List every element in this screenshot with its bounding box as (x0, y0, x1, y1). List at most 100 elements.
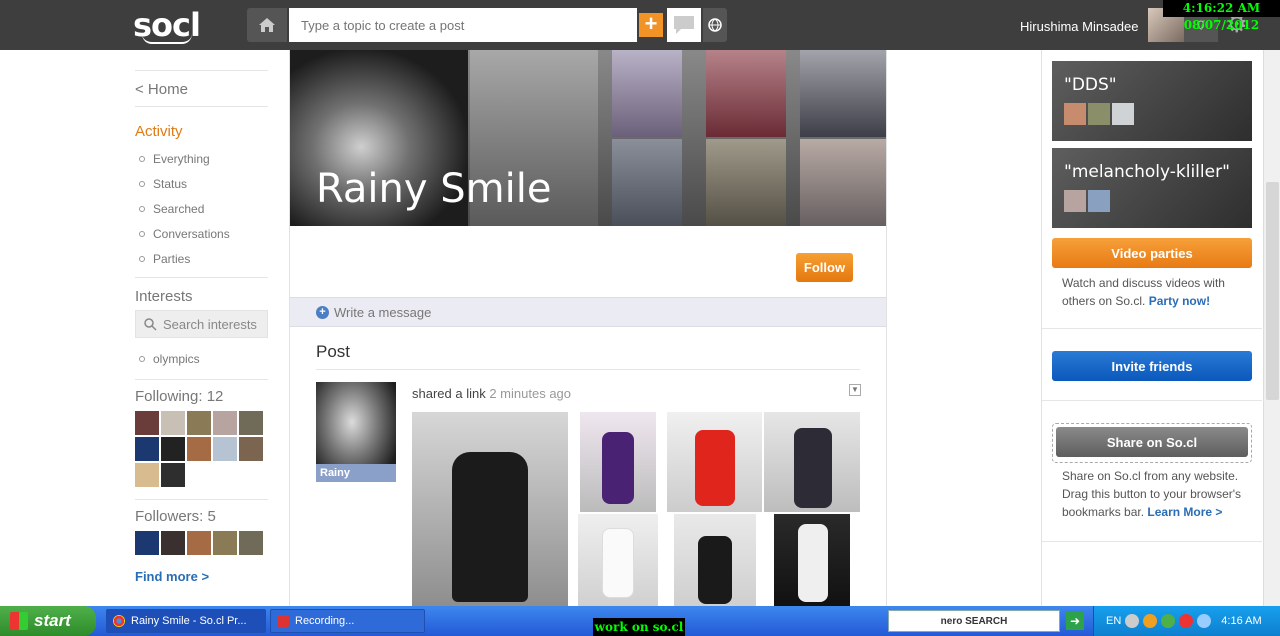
create-post-input[interactable] (289, 8, 637, 42)
following-avatar[interactable] (213, 411, 237, 435)
security-icon[interactable] (1179, 614, 1194, 628)
chevron-down-icon[interactable]: ▼ (849, 384, 861, 396)
invite-friends-button[interactable]: Invite friends (1052, 351, 1252, 381)
language-indicator[interactable]: EN (1106, 615, 1121, 627)
party-card-dds[interactable]: "DDS" (1052, 61, 1252, 141)
post-photo[interactable] (578, 514, 658, 606)
activity-heading[interactable]: Activity (135, 107, 268, 140)
interests-search-placeholder: Search interests (163, 316, 257, 332)
party-member-avatar[interactable] (1112, 103, 1134, 125)
scrollbar-thumb[interactable] (1266, 182, 1279, 400)
following-avatar[interactable] (135, 463, 159, 487)
globe-button[interactable] (703, 8, 727, 42)
following-avatar[interactable] (135, 411, 159, 435)
comment-button[interactable] (667, 8, 701, 42)
home-button[interactable] (247, 8, 287, 42)
add-post-button[interactable]: + (639, 13, 663, 37)
share-on-socl-button[interactable]: Share on So.cl (1056, 427, 1248, 457)
nav-item-everything[interactable]: Everything (135, 146, 268, 171)
bullet-icon (139, 205, 145, 212)
find-more-link[interactable]: Find more > (135, 569, 268, 584)
follower-avatar[interactable] (187, 531, 211, 555)
followers-label[interactable]: Followers: 5 (135, 500, 268, 525)
write-message-bar[interactable]: + Write a message (290, 297, 886, 327)
recorder-icon (277, 615, 289, 627)
following-avatar[interactable] (161, 463, 185, 487)
dress-shape (695, 430, 735, 506)
party-member-avatar[interactable] (1088, 190, 1110, 212)
cover-photo (800, 50, 886, 137)
party-card-melancholy[interactable]: "melancholy-kliller" (1052, 148, 1252, 228)
party-now-link[interactable]: Party now! (1149, 294, 1210, 308)
nero-search-box[interactable]: nero SEARCH (888, 610, 1060, 632)
arrow-right-icon[interactable]: ➜ (1066, 612, 1084, 630)
start-button[interactable]: start (0, 606, 96, 636)
following-avatar[interactable] (239, 437, 263, 461)
interests-search-input[interactable]: Search interests (135, 310, 268, 338)
work-on-socl-overlay: work on so.cl (593, 618, 685, 636)
post-photo-main[interactable] (412, 412, 568, 606)
dress-shape (794, 428, 832, 508)
logo-arc (142, 34, 192, 44)
following-avatar[interactable] (161, 437, 185, 461)
following-label[interactable]: Following: 12 (135, 380, 268, 405)
speech-bubble-icon (674, 16, 694, 34)
dress-shape (452, 452, 528, 602)
follower-avatar[interactable] (239, 531, 263, 555)
taskbar-item-recording[interactable]: Recording... (270, 609, 425, 633)
network-icon[interactable] (1125, 614, 1140, 628)
following-avatar[interactable] (187, 437, 211, 461)
post-photo[interactable] (580, 412, 656, 512)
post-photo[interactable] (667, 412, 762, 512)
party-member-avatar[interactable] (1064, 190, 1086, 212)
following-avatar[interactable] (135, 437, 159, 461)
following-avatar[interactable] (161, 411, 185, 435)
chrome-icon (113, 615, 125, 627)
cover-photo (800, 139, 886, 226)
taskbar-item-browser[interactable]: Rainy Smile - So.cl Pr... (106, 609, 266, 633)
video-parties-description: Watch and discuss videos with others on … (1062, 274, 1252, 310)
utorrent-icon[interactable] (1161, 614, 1176, 628)
post-time[interactable]: 2 minutes ago (489, 386, 571, 401)
follower-avatar[interactable] (135, 531, 159, 555)
following-avatar[interactable] (239, 411, 263, 435)
task-label: Recording... (295, 615, 355, 627)
nav-item-parties[interactable]: Parties (135, 246, 268, 271)
cover-photo (612, 50, 682, 137)
party-name: "melancholy-kliller" (1064, 162, 1230, 182)
follower-avatar[interactable] (161, 531, 185, 555)
post-heading: Post (316, 342, 351, 361)
firefox-icon[interactable] (1143, 614, 1158, 628)
page-scrollbar[interactable] (1263, 50, 1280, 606)
bullet-icon (139, 230, 145, 237)
learn-more-link[interactable]: Learn More > (1147, 505, 1222, 519)
post-author-label: Rainy (316, 464, 396, 482)
speaker-icon[interactable] (1197, 614, 1212, 628)
post-photo[interactable] (774, 514, 850, 606)
nav-item-conversations[interactable]: Conversations (135, 221, 268, 246)
follow-button[interactable]: Follow (796, 253, 853, 282)
following-avatar[interactable] (187, 411, 211, 435)
nav-item-status[interactable]: Status (135, 171, 268, 196)
windows-flag-icon (10, 612, 28, 630)
post-divider (316, 369, 860, 370)
task-label: Rainy Smile - So.cl Pr... (131, 615, 247, 627)
bullet-icon (139, 355, 145, 362)
nav-item-searched[interactable]: Searched (135, 196, 268, 221)
party-member-avatar[interactable] (1064, 103, 1086, 125)
username[interactable]: Hirushima Minsadee (1020, 19, 1139, 34)
post-author-avatar[interactable]: Rainy (316, 382, 396, 482)
cover-photo (706, 139, 786, 226)
bullet-icon (139, 180, 145, 187)
post-photo[interactable] (764, 412, 860, 512)
video-parties-button[interactable]: Video parties (1052, 238, 1252, 268)
nav-item-label: Status (153, 176, 188, 191)
nav-home-link[interactable]: < Home (135, 70, 268, 107)
following-avatar[interactable] (213, 437, 237, 461)
interest-item-olympics[interactable]: olympics (135, 346, 268, 371)
party-member-avatar[interactable] (1088, 103, 1110, 125)
follower-avatar[interactable] (213, 531, 237, 555)
followers-thumbnails (135, 531, 268, 555)
left-nav: < Home Activity Everything Status Search… (135, 70, 268, 584)
post-photo[interactable] (674, 514, 756, 606)
